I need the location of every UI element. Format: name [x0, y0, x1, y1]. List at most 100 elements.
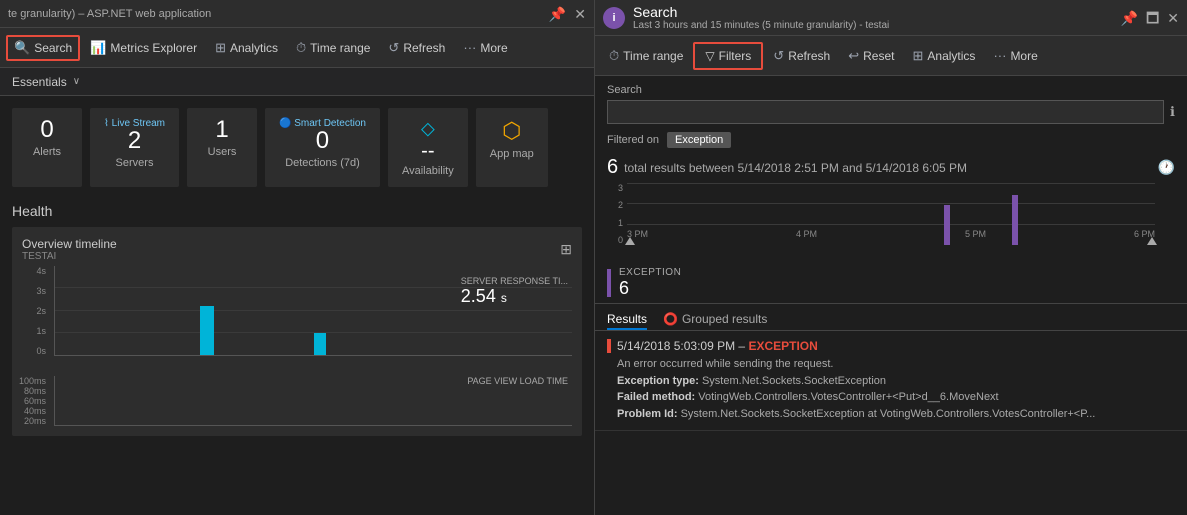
- search-input[interactable]: [607, 100, 1164, 124]
- result-body: An error occurred while sending the requ…: [607, 356, 1175, 422]
- filters-label: Filters: [719, 49, 752, 63]
- tabs-row: Results ⭕ Grouped results: [595, 304, 1187, 331]
- mini-chart-plot: 3 PM 4 PM 5 PM 6 PM: [627, 183, 1155, 245]
- right-maximize-icon[interactable]: 🗖: [1146, 11, 1159, 25]
- search-icon: 🔍: [14, 40, 30, 56]
- mini-y-2: 2: [618, 200, 623, 210]
- right-analytics-button[interactable]: ⊞ Analytics: [905, 43, 984, 69]
- servers-metric: ⌇ Live Stream 2 Servers: [90, 108, 179, 187]
- analytics-label: Analytics: [230, 41, 278, 55]
- alerts-label: Alerts: [33, 146, 61, 158]
- close-icon[interactable]: ✕: [574, 7, 586, 21]
- mini-y-0: 0: [618, 235, 623, 245]
- filters-button[interactable]: ▽ Filters: [693, 42, 763, 70]
- health-section: Health Overview timeline TESTAI ⊞ 4s 3s: [12, 203, 582, 436]
- servers-label: Servers: [116, 157, 154, 169]
- availability-label: Availability: [402, 165, 454, 177]
- right-title-texts: Search Last 3 hours and 15 minutes (5 mi…: [633, 4, 889, 31]
- y-label-4s: 4s: [36, 266, 46, 276]
- chart-left-arrow[interactable]: [625, 237, 635, 245]
- right-more-button[interactable]: ··· More: [985, 43, 1045, 68]
- tab-grouped-results[interactable]: ⭕ Grouped results: [663, 308, 767, 330]
- right-analytics-label: Analytics: [927, 49, 975, 63]
- appmap-metric: ⬡ App map: [476, 108, 548, 187]
- exception-type-label: EXCEPTION: [619, 267, 681, 278]
- results-count: 6: [607, 156, 618, 179]
- chart-grid-mid2: [627, 224, 1155, 225]
- essentials-label: Essentials: [12, 75, 67, 89]
- availability-icon: ⬦: [421, 118, 435, 141]
- reset-label: Reset: [863, 49, 894, 63]
- mini-y-labels: 3 2 1 0: [607, 183, 623, 245]
- results-tab-label: Results: [607, 312, 647, 326]
- essentials-chevron-icon[interactable]: ∨: [73, 76, 80, 87]
- results-text: total results between 5/14/2018 2:51 PM …: [624, 161, 967, 175]
- right-close-icon[interactable]: ✕: [1167, 11, 1179, 25]
- more-button[interactable]: ··· More: [455, 35, 515, 60]
- left-main-content: 0 Alerts ⌇ Live Stream 2 Servers 1 Users…: [0, 96, 594, 515]
- filtered-on-row: Filtered on Exception: [595, 128, 1187, 152]
- right-refresh-icon: ↺: [773, 48, 784, 64]
- appmap-label: App map: [490, 148, 534, 160]
- y-label-0s: 0s: [36, 346, 46, 356]
- mini-y-3: 3: [618, 183, 623, 193]
- chart-bar-2: [314, 333, 326, 355]
- ot-header: Overview timeline TESTAI ⊞: [22, 237, 572, 262]
- server-response-value: 2.54 s: [461, 286, 568, 307]
- y-label-20ms: 20ms: [24, 416, 46, 426]
- y-label-1s: 1s: [36, 326, 46, 336]
- right-refresh-label: Refresh: [788, 49, 830, 63]
- grouped-icon: ⭕: [663, 312, 678, 326]
- result-line3: Failed method: VotingWeb.Controllers.Vot…: [617, 389, 1175, 406]
- servers-value: 2: [128, 129, 141, 153]
- time-range-label: Time range: [310, 41, 370, 55]
- metrics-label: Metrics Explorer: [110, 41, 197, 55]
- alerts-value: 0: [40, 118, 53, 142]
- ot-subtitle: TESTAI: [22, 251, 117, 262]
- tab-results[interactable]: Results: [607, 308, 647, 330]
- search-button[interactable]: 🔍 Search: [6, 35, 80, 61]
- time-range-button[interactable]: ⏱ Time range: [288, 35, 378, 61]
- result-line4: Problem Id: System.Net.Sockets.SocketExc…: [617, 406, 1175, 423]
- right-title-content: i Search Last 3 hours and 15 minutes (5 …: [603, 4, 889, 31]
- exception-info: EXCEPTION 6: [619, 267, 681, 299]
- right-refresh-button[interactable]: ↺ Refresh: [765, 43, 838, 69]
- refresh-icon: ↺: [388, 40, 399, 56]
- pin-icon[interactable]: 📌: [549, 7, 566, 21]
- result-color-bar: [607, 339, 611, 353]
- results-summary: 6 total results between 5/14/2018 2:51 P…: [595, 152, 1187, 183]
- grid-icon[interactable]: ⊞: [560, 241, 572, 258]
- users-label: Users: [208, 146, 237, 158]
- y-label-80ms: 80ms: [24, 386, 46, 396]
- results-history-icon[interactable]: 🕐: [1158, 159, 1175, 176]
- metrics-grid: 0 Alerts ⌇ Live Stream 2 Servers 1 Users…: [12, 108, 582, 187]
- right-search-section: Search ℹ: [595, 76, 1187, 128]
- right-more-icon: ···: [993, 48, 1006, 63]
- filtered-on-label: Filtered on: [607, 134, 659, 146]
- exception-filter-tag[interactable]: Exception: [667, 132, 731, 148]
- availability-metric: ⬦ -- Availability: [388, 108, 468, 187]
- result-line1: An error occurred while sending the requ…: [617, 356, 1175, 373]
- page-view-title: PAGE VIEW LOAD TIME: [467, 376, 568, 386]
- ot-title: Overview timeline: [22, 237, 117, 251]
- chart-grid-top: [627, 183, 1155, 184]
- reset-button[interactable]: ↩ Reset: [840, 43, 902, 69]
- chart-area: 4s 3s 2s 1s 0s: [22, 266, 572, 376]
- exception-section: EXCEPTION 6: [595, 263, 1187, 304]
- y-label-60ms: 60ms: [24, 396, 46, 406]
- result-entry-1[interactable]: 5/14/2018 5:03:09 PM – EXCEPTION An erro…: [595, 331, 1187, 431]
- right-time-range-button[interactable]: ⏱ Time range: [601, 43, 691, 69]
- y-label-3s: 3s: [36, 286, 46, 296]
- refresh-label: Refresh: [403, 41, 445, 55]
- y-label-100ms: 100ms: [19, 376, 46, 386]
- appmap-icon: ⬡: [502, 118, 521, 144]
- chart-right-arrow[interactable]: [1147, 237, 1157, 245]
- chart-bar-1: [200, 306, 214, 355]
- search-info-icon[interactable]: ℹ: [1170, 104, 1175, 120]
- ot-title-group: Overview timeline TESTAI: [22, 237, 117, 262]
- refresh-button[interactable]: ↺ Refresh: [380, 35, 453, 61]
- bottom-chart: 100ms 80ms 60ms 40ms 20ms PAGE VIEW LOAD…: [22, 376, 572, 426]
- metrics-explorer-button[interactable]: 📊 Metrics Explorer: [82, 35, 205, 61]
- right-pin-icon[interactable]: 📌: [1121, 11, 1138, 25]
- analytics-button[interactable]: ⊞ Analytics: [207, 35, 286, 61]
